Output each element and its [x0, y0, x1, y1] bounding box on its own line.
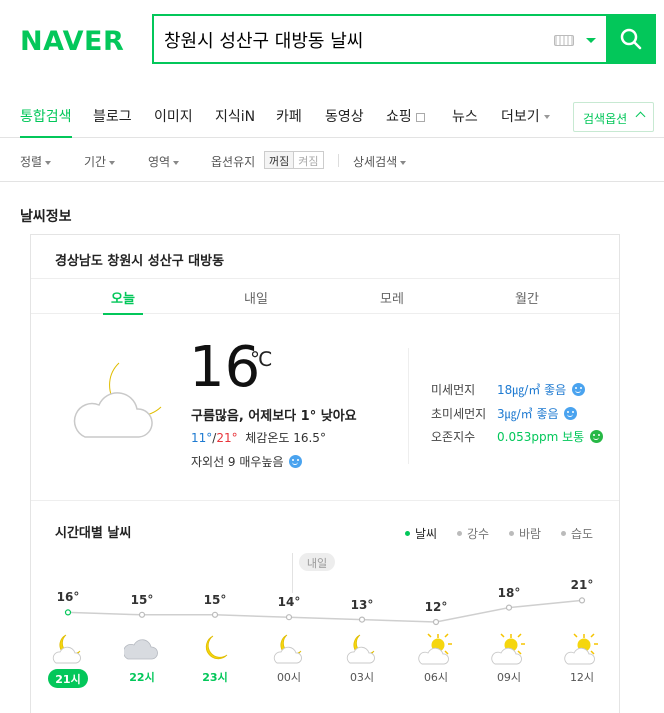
caret-down-icon — [400, 160, 407, 165]
hour-temperature-label: 13° — [350, 597, 374, 612]
hour-temperature-label: 16° — [56, 590, 80, 605]
hour-temperature-label: 21° — [570, 578, 594, 593]
filter-sort-label: 정렬 — [20, 155, 43, 169]
hour-label[interactable]: 22시 — [122, 669, 162, 685]
tab-integrated[interactable]: 통합검색 — [20, 106, 72, 138]
hour-label[interactable]: 00시 — [269, 669, 309, 685]
chevron-up-icon — [635, 111, 646, 122]
tab-shopping[interactable]: 쇼핑 — [386, 106, 425, 126]
temperature-point — [64, 609, 72, 616]
search-box — [152, 14, 608, 64]
moon-cloud-icon — [344, 633, 380, 671]
moon-cloud-icon — [271, 633, 307, 671]
search-icon — [620, 28, 642, 50]
tab-more[interactable]: 더보기 — [501, 106, 550, 126]
tab-shopping-label: 쇼핑 — [386, 109, 412, 125]
caret-down-icon — [173, 160, 180, 165]
divider — [338, 154, 339, 167]
section-title: 날씨정보 — [20, 209, 72, 225]
keyboard-icon[interactable] — [554, 35, 574, 46]
sun-cloud-icon — [418, 633, 454, 671]
search-input[interactable] — [164, 26, 544, 54]
tab-news[interactable]: 뉴스 — [452, 106, 478, 126]
autocomplete-dropdown-icon[interactable] — [586, 38, 596, 43]
search-button[interactable] — [606, 14, 656, 64]
filter-bar: 정렬 기간 영역 옵션유지 꺼짐 켜짐 상세검색 — [0, 139, 664, 182]
moon-cloud-icon — [50, 633, 86, 671]
shopping-window-icon — [415, 112, 425, 122]
hour-label[interactable]: 23시 — [195, 669, 235, 685]
hour-temperature-label: 15° — [130, 592, 154, 607]
naver-logo[interactable]: NAVER — [20, 26, 124, 57]
sun-cloud-icon — [491, 633, 527, 671]
temperature-point — [505, 604, 513, 611]
sun-cloud-icon — [564, 633, 600, 671]
tab-video[interactable]: 동영상 — [325, 106, 364, 126]
hour-label[interactable]: 06시 — [416, 669, 456, 685]
filter-area-label: 영역 — [148, 155, 171, 169]
filter-sort[interactable]: 정렬 — [20, 153, 52, 170]
temperature-point — [432, 618, 440, 626]
hour-label[interactable]: 21시 — [48, 669, 88, 688]
search-options-button[interactable]: 검색옵션 — [573, 102, 654, 132]
tab-kin[interactable]: 지식iN — [215, 106, 255, 126]
keep-option-toggle[interactable]: 꺼짐 켜짐 — [264, 151, 324, 169]
caret-down-icon — [45, 160, 52, 165]
hour-temperature-label: 18° — [497, 585, 521, 600]
caret-down-icon — [543, 115, 550, 119]
caret-down-icon — [109, 160, 116, 165]
temperature-point — [578, 597, 586, 604]
cloud-icon — [122, 633, 160, 671]
keep-option-label: 옵션유지 — [211, 155, 256, 169]
toggle-on[interactable]: 켜짐 — [294, 152, 322, 168]
tab-cafe[interactable]: 카페 — [276, 106, 302, 126]
hour-label[interactable]: 03시 — [342, 669, 382, 685]
tab-image[interactable]: 이미지 — [154, 106, 193, 126]
tab-blog[interactable]: 블로그 — [93, 106, 132, 126]
hour-label[interactable]: 12시 — [562, 669, 602, 685]
filter-period-label: 기간 — [84, 155, 107, 169]
temperature-line-chart — [64, 597, 586, 626]
hour-temperature-label: 14° — [277, 595, 301, 610]
hour-temperature-label: 15° — [203, 592, 227, 607]
filter-detail-label: 상세검색 — [353, 155, 398, 169]
hour-label[interactable]: 09시 — [489, 669, 529, 685]
filter-period[interactable]: 기간 — [84, 153, 116, 170]
weather-card: 경상남도 창원시 성산구 대방동 오늘 내일 모레 월간 16 ℃ 구름많음, … — [30, 234, 620, 713]
temperature-point — [358, 616, 366, 623]
tab-more-label: 더보기 — [501, 109, 540, 125]
temperature-point — [285, 614, 293, 621]
search-options-label: 검색옵션 — [583, 112, 628, 126]
moon-icon — [197, 633, 233, 671]
temperature-point — [211, 611, 219, 618]
filter-area[interactable]: 영역 — [148, 153, 180, 170]
temperature-point — [138, 611, 146, 618]
filter-detail[interactable]: 상세검색 — [353, 153, 407, 170]
toggle-off[interactable]: 꺼짐 — [265, 152, 295, 168]
search-tabs: 통합검색 블로그 이미지 지식iN 카페 동영상 쇼핑 뉴스 더보기 검색옵션 — [0, 94, 664, 138]
hour-temperature-label: 12° — [424, 600, 448, 614]
header: NAVER — [0, 0, 664, 80]
